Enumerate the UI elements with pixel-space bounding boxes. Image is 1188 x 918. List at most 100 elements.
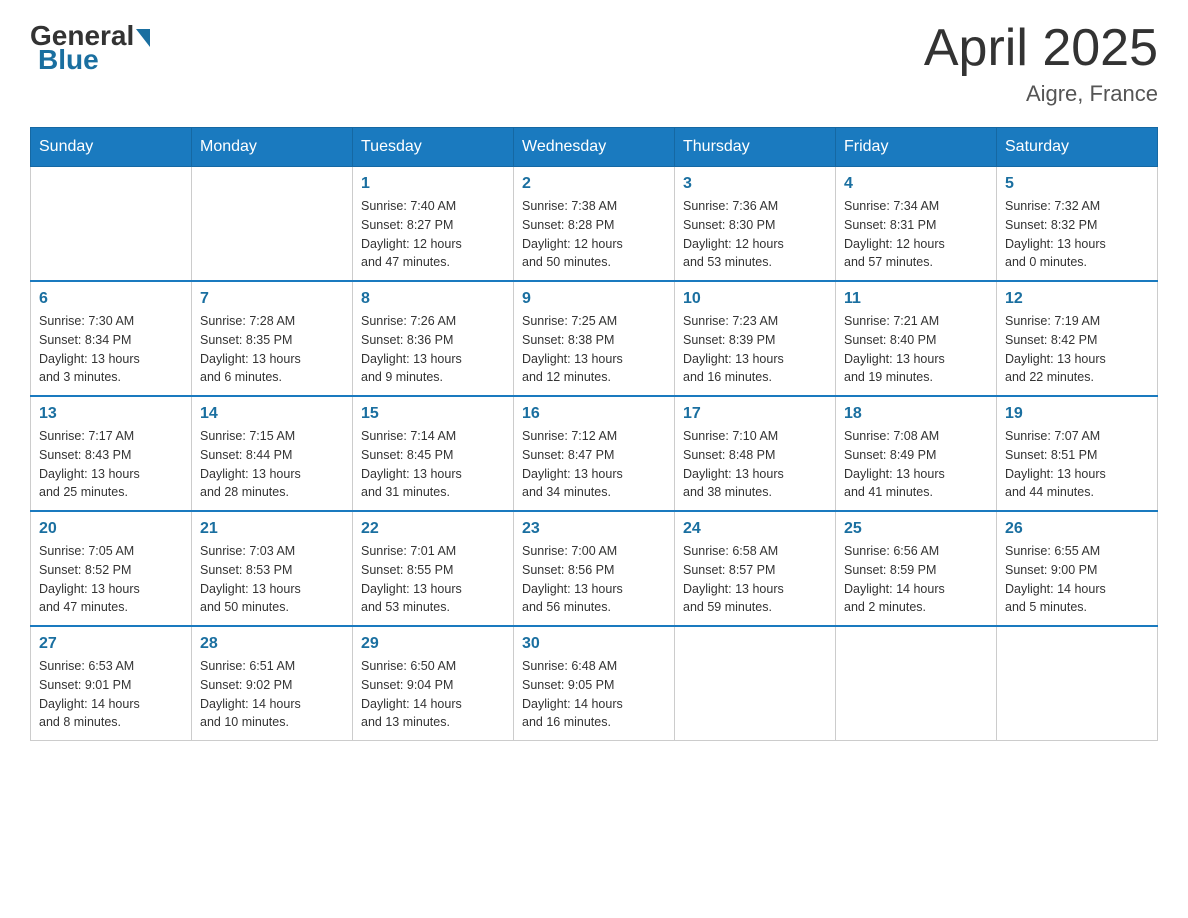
calendar-cell: 21 Sunrise: 7:03 AMSunset: 8:53 PMDayligh… — [192, 511, 353, 626]
calendar-cell — [997, 626, 1158, 741]
day-number: 10 — [683, 290, 827, 308]
calendar-cell: 24 Sunrise: 6:58 AMSunset: 8:57 PMDayligh… — [675, 511, 836, 626]
day-info: Sunrise: 7:34 AMSunset: 8:31 PMDaylight:… — [844, 197, 988, 272]
calendar-cell: 11 Sunrise: 7:21 AMSunset: 8:40 PMDayligh… — [836, 281, 997, 396]
day-info: Sunrise: 6:56 AMSunset: 8:59 PMDaylight:… — [844, 542, 988, 617]
calendar-cell: 27 Sunrise: 6:53 AMSunset: 9:01 PMDayligh… — [31, 626, 192, 741]
calendar-cell: 16 Sunrise: 7:12 AMSunset: 8:47 PMDayligh… — [514, 396, 675, 511]
day-info: Sunrise: 7:32 AMSunset: 8:32 PMDaylight:… — [1005, 197, 1149, 272]
day-info: Sunrise: 7:40 AMSunset: 8:27 PMDaylight:… — [361, 197, 505, 272]
calendar-cell: 8 Sunrise: 7:26 AMSunset: 8:36 PMDaylight… — [353, 281, 514, 396]
calendar-week-row: 27 Sunrise: 6:53 AMSunset: 9:01 PMDayligh… — [31, 626, 1158, 741]
calendar-cell — [675, 626, 836, 741]
day-of-week-header: Thursday — [675, 128, 836, 167]
day-number: 9 — [522, 290, 666, 308]
day-number: 26 — [1005, 520, 1149, 538]
calendar-table: SundayMondayTuesdayWednesdayThursdayFrid… — [30, 127, 1158, 741]
calendar-week-row: 6 Sunrise: 7:30 AMSunset: 8:34 PMDaylight… — [31, 281, 1158, 396]
day-number: 4 — [844, 175, 988, 193]
calendar-cell: 14 Sunrise: 7:15 AMSunset: 8:44 PMDayligh… — [192, 396, 353, 511]
day-info: Sunrise: 7:25 AMSunset: 8:38 PMDaylight:… — [522, 312, 666, 387]
day-info: Sunrise: 6:58 AMSunset: 8:57 PMDaylight:… — [683, 542, 827, 617]
day-number: 18 — [844, 405, 988, 423]
day-number: 14 — [200, 405, 344, 423]
calendar-cell: 6 Sunrise: 7:30 AMSunset: 8:34 PMDaylight… — [31, 281, 192, 396]
title-section: April 2025 Aigre, France — [924, 20, 1158, 107]
day-of-week-header: Saturday — [997, 128, 1158, 167]
day-number: 6 — [39, 290, 183, 308]
day-number: 23 — [522, 520, 666, 538]
day-info: Sunrise: 7:00 AMSunset: 8:56 PMDaylight:… — [522, 542, 666, 617]
day-info: Sunrise: 7:10 AMSunset: 8:48 PMDaylight:… — [683, 427, 827, 502]
day-of-week-header: Tuesday — [353, 128, 514, 167]
calendar-week-row: 13 Sunrise: 7:17 AMSunset: 8:43 PMDayligh… — [31, 396, 1158, 511]
day-number: 2 — [522, 175, 666, 193]
day-number: 20 — [39, 520, 183, 538]
day-number: 25 — [844, 520, 988, 538]
day-info: Sunrise: 7:30 AMSunset: 8:34 PMDaylight:… — [39, 312, 183, 387]
calendar-cell: 5 Sunrise: 7:32 AMSunset: 8:32 PMDaylight… — [997, 167, 1158, 282]
calendar-cell: 7Sunrise: 7:28 AMSunset: 8:35 PMDaylight… — [192, 281, 353, 396]
day-number: 16 — [522, 405, 666, 423]
day-number: 12 — [1005, 290, 1149, 308]
calendar-cell: 2Sunrise: 7:38 AMSunset: 8:28 PMDaylight… — [514, 167, 675, 282]
logo-arrow-icon — [136, 29, 150, 47]
calendar-cell: 28 Sunrise: 6:51 AMSunset: 9:02 PMDayligh… — [192, 626, 353, 741]
day-number: 8 — [361, 290, 505, 308]
calendar-cell: 13 Sunrise: 7:17 AMSunset: 8:43 PMDayligh… — [31, 396, 192, 511]
day-number: 1 — [361, 175, 505, 193]
calendar-cell: 30 Sunrise: 6:48 AMSunset: 9:05 PMDayligh… — [514, 626, 675, 741]
calendar-header-row: SundayMondayTuesdayWednesdayThursdayFrid… — [31, 128, 1158, 167]
day-number: 21 — [200, 520, 344, 538]
day-info: Sunrise: 7:12 AMSunset: 8:47 PMDaylight:… — [522, 427, 666, 502]
calendar-cell: 15Sunrise: 7:14 AMSunset: 8:45 PMDayligh… — [353, 396, 514, 511]
calendar-cell: 20 Sunrise: 7:05 AMSunset: 8:52 PMDayligh… — [31, 511, 192, 626]
day-info: Sunrise: 6:50 AMSunset: 9:04 PMDaylight:… — [361, 657, 505, 732]
calendar-cell — [192, 167, 353, 282]
location-text: Aigre, France — [924, 81, 1158, 107]
day-info: Sunrise: 7:36 AMSunset: 8:30 PMDaylight:… — [683, 197, 827, 272]
calendar-cell — [836, 626, 997, 741]
month-title: April 2025 — [924, 20, 1158, 77]
day-info: Sunrise: 7:01 AMSunset: 8:55 PMDaylight:… — [361, 542, 505, 617]
day-info: Sunrise: 7:14 AMSunset: 8:45 PMDaylight:… — [361, 427, 505, 502]
calendar-cell: 4 Sunrise: 7:34 AMSunset: 8:31 PMDaylight… — [836, 167, 997, 282]
calendar-cell: 12 Sunrise: 7:19 AMSunset: 8:42 PMDayligh… — [997, 281, 1158, 396]
day-info: Sunrise: 7:19 AMSunset: 8:42 PMDaylight:… — [1005, 312, 1149, 387]
day-of-week-header: Friday — [836, 128, 997, 167]
calendar-cell: 22Sunrise: 7:01 AMSunset: 8:55 PMDayligh… — [353, 511, 514, 626]
calendar-cell: 19Sunrise: 7:07 AMSunset: 8:51 PMDayligh… — [997, 396, 1158, 511]
calendar-cell: 1 Sunrise: 7:40 AMSunset: 8:27 PMDaylight… — [353, 167, 514, 282]
day-info: Sunrise: 6:51 AMSunset: 9:02 PMDaylight:… — [200, 657, 344, 732]
calendar-cell: 18 Sunrise: 7:08 AMSunset: 8:49 PMDayligh… — [836, 396, 997, 511]
day-number: 27 — [39, 635, 183, 653]
calendar-cell: 23 Sunrise: 7:00 AMSunset: 8:56 PMDayligh… — [514, 511, 675, 626]
day-number: 24 — [683, 520, 827, 538]
day-of-week-header: Sunday — [31, 128, 192, 167]
day-info: Sunrise: 6:53 AMSunset: 9:01 PMDaylight:… — [39, 657, 183, 732]
day-number: 17 — [683, 405, 827, 423]
day-info: Sunrise: 7:05 AMSunset: 8:52 PMDaylight:… — [39, 542, 183, 617]
calendar-cell: 25 Sunrise: 6:56 AMSunset: 8:59 PMDayligh… — [836, 511, 997, 626]
day-info: Sunrise: 7:28 AMSunset: 8:35 PMDaylight:… — [200, 312, 344, 387]
day-info: Sunrise: 7:07 AMSunset: 8:51 PMDaylight:… — [1005, 427, 1149, 502]
day-info: Sunrise: 7:21 AMSunset: 8:40 PMDaylight:… — [844, 312, 988, 387]
day-info: Sunrise: 7:08 AMSunset: 8:49 PMDaylight:… — [844, 427, 988, 502]
day-number: 29 — [361, 635, 505, 653]
day-info: Sunrise: 6:48 AMSunset: 9:05 PMDaylight:… — [522, 657, 666, 732]
calendar-week-row: 1 Sunrise: 7:40 AMSunset: 8:27 PMDaylight… — [31, 167, 1158, 282]
day-number: 3 — [683, 175, 827, 193]
day-info: Sunrise: 7:15 AMSunset: 8:44 PMDaylight:… — [200, 427, 344, 502]
day-number: 11 — [844, 290, 988, 308]
calendar-cell: 17 Sunrise: 7:10 AMSunset: 8:48 PMDayligh… — [675, 396, 836, 511]
day-info: Sunrise: 6:55 AMSunset: 9:00 PMDaylight:… — [1005, 542, 1149, 617]
day-info: Sunrise: 7:17 AMSunset: 8:43 PMDaylight:… — [39, 427, 183, 502]
day-number: 30 — [522, 635, 666, 653]
day-number: 28 — [200, 635, 344, 653]
day-number: 5 — [1005, 175, 1149, 193]
calendar-week-row: 20 Sunrise: 7:05 AMSunset: 8:52 PMDayligh… — [31, 511, 1158, 626]
calendar-cell: 9 Sunrise: 7:25 AMSunset: 8:38 PMDaylight… — [514, 281, 675, 396]
day-number: 13 — [39, 405, 183, 423]
day-info: Sunrise: 7:03 AMSunset: 8:53 PMDaylight:… — [200, 542, 344, 617]
day-info: Sunrise: 7:26 AMSunset: 8:36 PMDaylight:… — [361, 312, 505, 387]
